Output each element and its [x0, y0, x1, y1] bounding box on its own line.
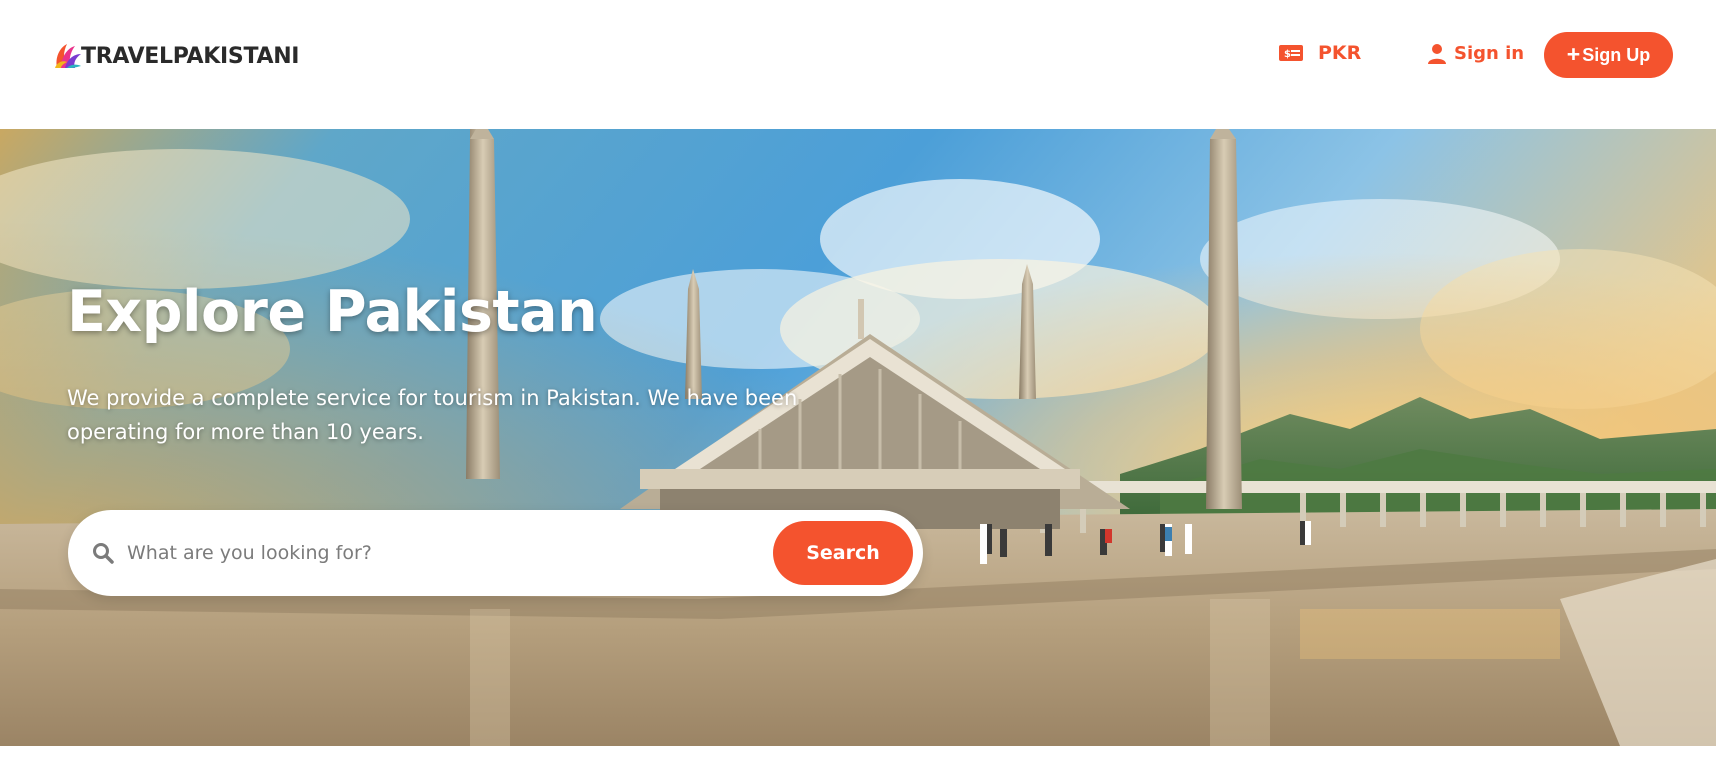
hero-banner: Explore Pakistan We provide a complete s…: [0, 129, 1716, 746]
currency-selector[interactable]: $ PKR: [1279, 42, 1361, 64]
search-bar: Search: [68, 510, 923, 596]
logo[interactable]: TRAVELPAKISTANI: [53, 39, 299, 73]
money-bill-icon: $: [1279, 45, 1303, 61]
signup-label: Sign Up: [1582, 44, 1651, 65]
search-input[interactable]: [125, 530, 825, 576]
signin-label: Sign in: [1454, 43, 1525, 64]
logo-mark-icon: [55, 44, 81, 68]
currency-label: PKR: [1318, 42, 1362, 64]
plus-icon: +: [1566, 40, 1581, 67]
search-button[interactable]: Search: [773, 521, 913, 585]
logo-text: TRAVELPAKISTANI: [81, 43, 300, 69]
signin-link[interactable]: Sign in: [1428, 43, 1524, 64]
signup-button[interactable]: + Sign Up: [1544, 32, 1673, 78]
site-header: TRAVELPAKISTANI $ PKR Sign in + Sign Up: [0, 0, 1716, 129]
svg-text:$: $: [1284, 49, 1291, 60]
search-icon: [93, 543, 114, 564]
hero-title: Explore Pakistan: [67, 279, 598, 345]
user-icon: [1428, 43, 1446, 64]
hero-subtitle: We provide a complete service for touris…: [67, 386, 798, 444]
